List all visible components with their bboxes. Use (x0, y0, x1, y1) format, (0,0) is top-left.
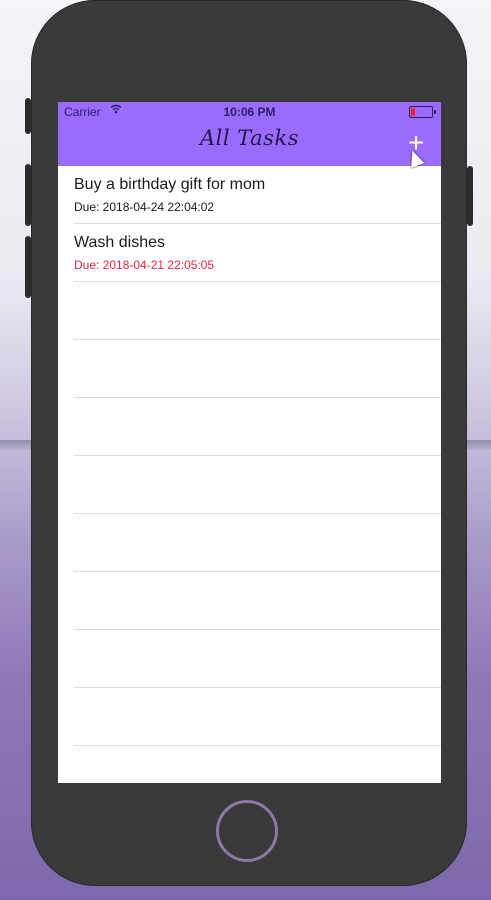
empty-row (74, 282, 441, 340)
empty-row (74, 572, 441, 630)
status-time: 10:06 PM (223, 105, 276, 119)
empty-row (74, 688, 441, 746)
empty-row (74, 398, 441, 456)
empty-row (74, 630, 441, 688)
mute-switch (25, 98, 31, 134)
empty-row (74, 340, 441, 398)
status-bar: Carrier 10:06 PM (58, 102, 441, 122)
empty-row (74, 514, 441, 572)
navigation-bar: Carrier 10:06 PM All Tasks + (58, 102, 441, 166)
empty-row (74, 456, 441, 514)
app-screen: Carrier 10:06 PM All Tasks + Buy a birth… (58, 102, 441, 783)
task-title: Wash dishes (74, 234, 165, 251)
battery-icon (409, 106, 436, 118)
task-row[interactable]: Wash dishes Due: 2018-04-21 22:05:05 (74, 224, 441, 282)
task-due-date: Due: 2018-04-24 22:04:02 (74, 200, 215, 214)
task-due-date-overdue: Due: 2018-04-21 22:05:05 (74, 258, 215, 272)
volume-up-button (25, 164, 31, 226)
task-list: Buy a birthday gift for mom Due: 2018-04… (58, 166, 441, 746)
power-button (467, 166, 473, 226)
page-title: All Tasks (200, 126, 299, 150)
task-title: Buy a birthday gift for mom (74, 176, 266, 193)
volume-down-button (25, 236, 31, 298)
home-button[interactable] (216, 800, 278, 862)
task-row[interactable]: Buy a birthday gift for mom Due: 2018-04… (74, 166, 441, 224)
